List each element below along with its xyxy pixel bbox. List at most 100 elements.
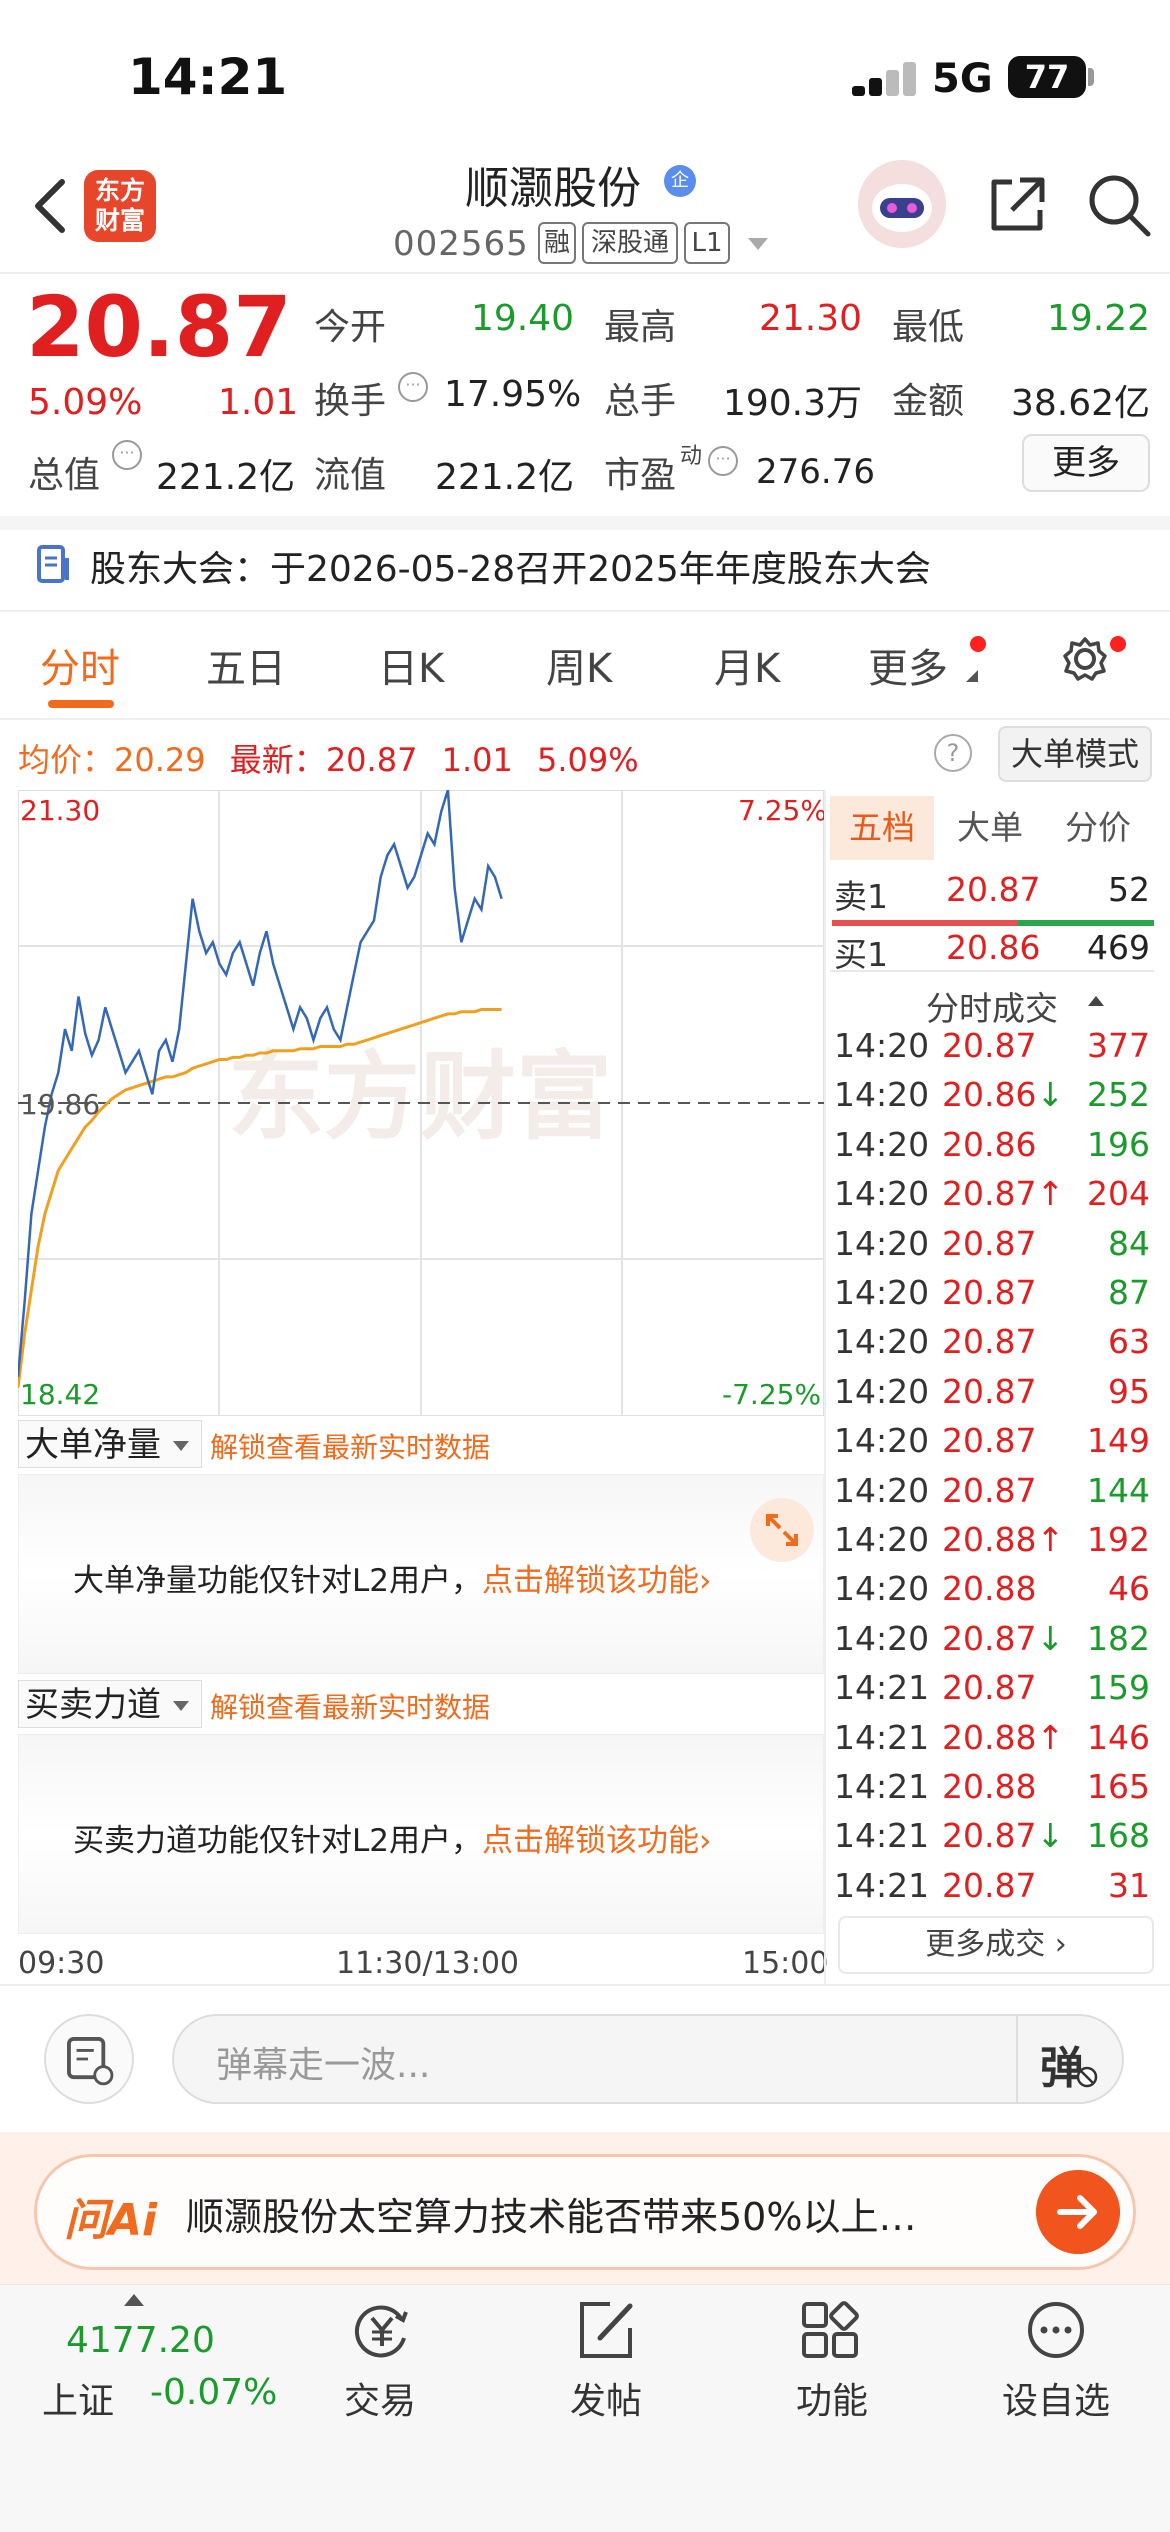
trades-header[interactable]: 分时成交 [926, 982, 1058, 1030]
tab-daily-k[interactable]: 日K [378, 636, 444, 694]
ai-question-text[interactable]: 顺灏股份太空算力技术能否带来50%以上… [186, 2186, 916, 2241]
buy-strength-bar [1018, 920, 1154, 926]
more-quote-button[interactable]: 更多 [1022, 434, 1150, 492]
trade-time: 14:20 [834, 1322, 930, 1362]
chevron-down-icon[interactable] [748, 238, 768, 250]
axis-start-time: 09:30 [18, 1946, 105, 1981]
trade-row: 14:20 20.87 95 [834, 1372, 1156, 1420]
net-flow-select[interactable]: 大单净量 [18, 1420, 202, 1468]
nav-features[interactable]: 功能 [796, 2372, 868, 2424]
force-select[interactable]: 买卖力道 [18, 1680, 202, 1728]
high-label: 最高 [604, 307, 677, 348]
back-arrow-icon[interactable] [28, 176, 76, 236]
info-icon[interactable]: ··· [112, 440, 142, 470]
trade-volume: 204 [1087, 1174, 1150, 1214]
caret-up-icon[interactable] [124, 2294, 144, 2306]
ai-robot-avatar[interactable] [858, 160, 946, 248]
big-order-mode-button[interactable]: 大单模式 [998, 726, 1152, 782]
battery-tip [1088, 68, 1094, 86]
trade-time: 14:20 [834, 1470, 930, 1510]
more-trades-button[interactable]: 更多成交 › [838, 1916, 1154, 1974]
tab-more-caret-icon [966, 670, 978, 682]
trade-time: 14:20 [834, 1223, 930, 1263]
tab-more[interactable]: 更多 [868, 636, 948, 694]
section-divider [0, 610, 1170, 612]
chart-info-bar: 均价：20.29 最新：20.87 1.01 5.09% [18, 735, 639, 781]
tab-monthly-k[interactable]: 月K [714, 636, 780, 694]
tab-price-dist[interactable]: 分价 [1046, 796, 1150, 860]
enterprise-badge-icon: 企 [664, 165, 696, 197]
gear-icon[interactable] [1062, 636, 1108, 682]
volume-value: 190.3万 [722, 383, 862, 424]
trade-price: 20.88 [942, 1767, 1037, 1806]
buy1-label: 买1 [834, 935, 888, 974]
comment-settings-icon[interactable] [44, 2014, 134, 2104]
features-grid-icon[interactable] [798, 2298, 862, 2362]
shareholder-meeting-notice[interactable]: 股东大会：于2026-05-28召开2025年年度股东大会 [90, 540, 931, 592]
book-row-divider [830, 970, 1154, 972]
trade-time: 14:20 [834, 1075, 930, 1115]
info-icon[interactable]: ··· [708, 446, 738, 476]
trade-price: 20.88↑ [942, 1520, 1065, 1559]
trade-volume: 192 [1087, 1520, 1150, 1559]
tab-big-orders[interactable]: 大单 [938, 796, 1042, 860]
avg-price-value: 20.29 [114, 741, 206, 779]
trade-volume: 46 [1108, 1569, 1150, 1609]
trade-volume: 377 [1087, 1026, 1150, 1065]
nav-trade[interactable]: 交易 [344, 2372, 416, 2424]
trade-row: 14:20 20.87 144 [834, 1471, 1156, 1519]
help-icon[interactable]: ? [934, 734, 972, 772]
tab-five-day[interactable]: 五日 [206, 636, 286, 694]
trade-price: 20.87 [942, 1371, 1037, 1411]
axis-end-time: 15:00 [742, 1946, 829, 1981]
trade-row: 14:21 20.88↑ 146 [834, 1718, 1156, 1766]
trade-time: 14:20 [834, 1520, 930, 1559]
more-dots-icon[interactable] [1024, 2298, 1088, 2362]
section-divider [0, 516, 1170, 530]
index-change[interactable]: -0.07% [150, 2372, 277, 2413]
trade-price: 20.88↑ [942, 1717, 1065, 1757]
intraday-chart[interactable]: 东方财富 [18, 790, 824, 1416]
trade-row: 14:20 20.86 196 [834, 1125, 1156, 1173]
compose-post-icon[interactable] [574, 2298, 638, 2362]
trade-price: 20.87 [942, 1223, 1037, 1263]
nav-post[interactable]: 发帖 [570, 2372, 642, 2424]
sell1-volume: 52 [1108, 870, 1150, 909]
trade-row: 14:20 20.87 63 [834, 1322, 1156, 1370]
trade-volume: 146 [1087, 1717, 1150, 1757]
nav-add-watchlist[interactable]: 设自选 [1002, 2372, 1110, 2424]
share-icon[interactable] [986, 174, 1048, 236]
force-unlock-link[interactable]: 点击解锁该功能 [482, 1823, 699, 1859]
turnover-value: 17.95% [444, 374, 582, 415]
input-divider [1016, 2016, 1018, 2102]
expand-icon[interactable] [750, 1498, 814, 1562]
search-icon[interactable] [1086, 172, 1152, 238]
trade-row: 14:20 20.87↑ 204 [834, 1174, 1156, 1222]
tab-intraday[interactable]: 分时 [40, 636, 120, 694]
trade-price: 20.87↓ [942, 1618, 1065, 1658]
arrow-up-icon: ↑ [1036, 1520, 1065, 1559]
tab-five-levels[interactable]: 五档 [830, 796, 934, 860]
arrow-right-icon[interactable] [1036, 2170, 1120, 2254]
index-value[interactable]: 4177.20 [66, 2320, 215, 2361]
float-cap-value: 221.2亿 [434, 457, 574, 498]
tab-weekly-k[interactable]: 周K [546, 636, 612, 694]
unlock-hint[interactable]: 解锁查看最新实时数据 [210, 1686, 490, 1726]
trade-yen-icon[interactable] [350, 2298, 414, 2362]
chart-low-price: 18.42 [20, 1378, 101, 1411]
trade-row: 14:20 20.88↑ 192 [834, 1520, 1156, 1568]
net-flow-unlock-link[interactable]: 点击解锁该功能 [482, 1563, 699, 1599]
info-icon[interactable]: ··· [398, 372, 428, 402]
unlock-hint[interactable]: 解锁查看最新实时数据 [210, 1426, 490, 1466]
trade-row: 14:21 20.87 159 [834, 1668, 1156, 1716]
book-divider [824, 790, 826, 1984]
section-divider [0, 1984, 1170, 1986]
change-percent: 5.09% [28, 382, 143, 423]
tabs-divider [0, 718, 1170, 720]
tag-margin: 融 [538, 222, 576, 264]
notification-dot [970, 636, 986, 652]
trade-price: 20.88 [942, 1569, 1037, 1609]
sell1-row: 卖1 20.87 52 [832, 870, 1154, 916]
index-name[interactable]: 上证 [42, 2372, 114, 2424]
trade-row: 14:21 20.87↓ 168 [834, 1816, 1156, 1864]
